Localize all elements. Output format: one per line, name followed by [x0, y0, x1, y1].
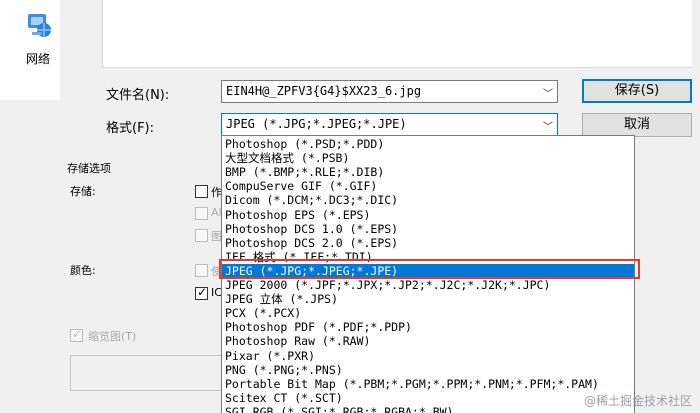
storage-option-2-label: Al	[211, 206, 222, 219]
format-option[interactable]: PCX (*.PCX)	[225, 306, 301, 320]
nav-network-label[interactable]: 网络	[26, 50, 50, 67]
save-button[interactable]: 保存(S)	[582, 79, 692, 103]
storage-checkbox-1[interactable]	[195, 185, 208, 198]
icc-checkbox[interactable]	[195, 285, 208, 300]
thumbnail-checkbox[interactable]	[70, 327, 83, 342]
format-label: 格式(F):	[106, 121, 155, 136]
info-group-box	[70, 355, 230, 391]
filename-input[interactable]: EIN4H@_ZPFV3{G4}$XX23_6.jpg ﹀	[221, 80, 558, 103]
format-option[interactable]: 大型文档格式 (*.PSB)	[225, 151, 349, 165]
chevron-down-icon[interactable]: ﹀	[543, 118, 553, 133]
color-checkbox-1[interactable]	[195, 264, 208, 277]
network-icon[interactable]	[22, 10, 52, 40]
format-option[interactable]: PNG (*.PNG;*.PNS)	[225, 363, 343, 377]
filename-label: 文件名(N):	[106, 88, 170, 103]
format-option[interactable]: Photoshop Raw (*.RAW)	[225, 334, 370, 348]
format-value: JPEG (*.JPG;*.JPEG;*.JPE)	[226, 117, 407, 131]
format-option[interactable]: JPEG (*.JPG;*.JPEG;*.JPE)	[222, 263, 634, 278]
format-option[interactable]: JPEG 立体 (*.JPS)	[225, 292, 338, 306]
format-option[interactable]: Scitex CT (*.SCT)	[225, 391, 343, 405]
format-option[interactable]: SGI RGB (*.SGI;*.RGB;*.RGBA;*.BW)	[225, 405, 453, 413]
format-dropdown-list[interactable]: Photoshop (*.PSD;*.PDD) 大型文档格式 (*.PSB) BMP…	[221, 135, 635, 413]
file-list-area[interactable]	[102, 0, 692, 68]
format-option[interactable]: Dicom (*.DCM;*.DC3;*.DIC)	[225, 193, 398, 207]
format-option[interactable]: Photoshop (*.PSD;*.PDD)	[225, 137, 384, 151]
format-option[interactable]: JPEG 2000 (*.JPF;*.JPX;*.JP2;*.J2C;*.J2K…	[225, 278, 550, 292]
format-option[interactable]: IFF 格式 (*.IFF;*.TDI)	[225, 250, 373, 264]
format-option[interactable]: Pixar (*.PXR)	[225, 349, 315, 363]
chevron-down-icon[interactable]: ﹀	[543, 85, 553, 100]
storage-label: 存储:	[70, 185, 96, 198]
format-option[interactable]: Portable Bit Map (*.PBM;*.PGM;*.PPM;*.PN…	[225, 377, 599, 391]
cancel-button[interactable]: 取消	[582, 113, 692, 137]
format-option[interactable]: Photoshop PDF (*.PDF;*.PDP)	[225, 320, 412, 334]
format-select[interactable]: JPEG (*.JPG;*.JPEG;*.JPE) ﹀	[221, 113, 558, 136]
format-option[interactable]: Photoshop EPS (*.EPS)	[225, 208, 370, 222]
storage-checkbox-2[interactable]	[195, 207, 208, 220]
filename-value: EIN4H@_ZPFV3{G4}$XX23_6.jpg	[226, 84, 422, 98]
save-options-title: 存储选项	[67, 162, 111, 175]
format-option[interactable]: BMP (*.BMP;*.RLE;*.DIB)	[225, 165, 384, 179]
thumbnail-label: 缩览图(T)	[88, 330, 137, 343]
format-option[interactable]: CompuServe GIF (*.GIF)	[225, 179, 377, 193]
format-option[interactable]: Photoshop DCS 2.0 (*.EPS)	[225, 236, 398, 250]
storage-checkbox-3[interactable]	[195, 229, 208, 242]
color-label: 颜色:	[70, 264, 96, 277]
format-option[interactable]: Photoshop DCS 1.0 (*.EPS)	[225, 222, 398, 236]
watermark-text: @稀土掘金技术社区	[583, 394, 692, 408]
